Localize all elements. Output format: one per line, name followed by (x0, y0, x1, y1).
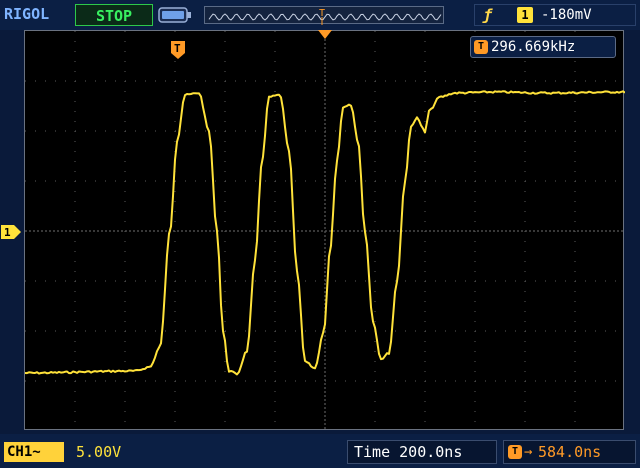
memory-waveform-icon: T (208, 8, 442, 25)
right-arrow-icon: → (524, 444, 533, 460)
trigger-marker-label: T (174, 42, 181, 55)
waveform-display[interactable] (24, 30, 625, 431)
ch1-label: CH1 (7, 444, 33, 460)
trigger-marker-icon[interactable]: T (170, 40, 186, 60)
brand-label: RIGOL (4, 5, 50, 23)
trigger-offset-icon: T (508, 445, 522, 459)
frequency-readout[interactable]: T 296.669kHz (470, 36, 616, 58)
top-status-bar: RIGOL STOP T ƒ 1 -180mV (0, 0, 640, 30)
trigger-panel[interactable]: ƒ 1 -180mV (474, 4, 636, 26)
timebase-readout[interactable]: Time 200.0ns (347, 440, 497, 464)
battery-icon (158, 7, 191, 23)
run-stop-status[interactable]: STOP (75, 4, 153, 26)
ch1-vertical-scale[interactable]: 5.00V (76, 442, 121, 462)
ch1-marker-label: 1 (4, 226, 11, 239)
trigger-offset-readout[interactable]: T → 584.0ns (503, 440, 636, 464)
frequency-value: 296.669kHz (491, 39, 576, 55)
trigger-position-arrow-icon[interactable] (318, 30, 332, 40)
bottom-status-bar: CH1~ 5.00V Time 200.0ns T → 584.0ns (0, 434, 640, 468)
trigger-offset-value: 584.0ns (538, 443, 602, 461)
rising-edge-icon: ƒ (483, 6, 493, 24)
trigger-level-value: -180mV (541, 7, 592, 23)
ch1-badge[interactable]: CH1~ (4, 442, 64, 462)
memory-depth-bar[interactable]: T (204, 6, 444, 25)
frequency-counter-icon: T (474, 40, 488, 54)
ac-coupling-icon: ~ (32, 444, 41, 460)
trigger-source-badge: 1 (517, 7, 533, 23)
ch1-ground-marker[interactable]: 1 (0, 224, 22, 240)
waveform-graticule (25, 31, 625, 431)
